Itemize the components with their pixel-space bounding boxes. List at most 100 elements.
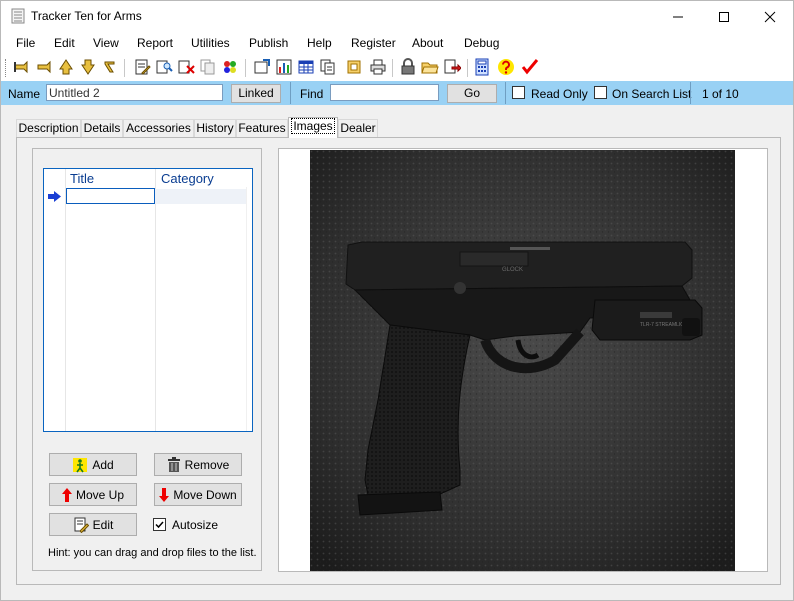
row-pointer-icon <box>48 191 61 202</box>
tab-features[interactable]: Features <box>236 119 288 137</box>
maximize-icon <box>719 11 729 22</box>
open-folder-icon[interactable] <box>421 58 439 76</box>
grid-cell-title-editor[interactable] <box>66 188 155 204</box>
edit-document-icon <box>74 517 89 533</box>
help-icon[interactable] <box>497 58 515 76</box>
toolbar-separator <box>467 59 468 77</box>
record-position: 1 of 10 <box>702 87 739 101</box>
menu-debug[interactable]: Debug <box>464 36 499 50</box>
grid-column-divider <box>65 169 66 431</box>
arrow-down-icon <box>159 487 170 502</box>
check-icon[interactable] <box>521 58 539 76</box>
find-icon[interactable] <box>155 58 173 76</box>
minimize-icon <box>673 16 683 17</box>
record-bar: Name Linked Find Go Read Only On Search … <box>1 81 793 105</box>
menu-view[interactable]: View <box>93 36 119 50</box>
title-bar: Tracker Ten for Arms <box>1 1 793 32</box>
new-record-icon[interactable] <box>57 58 75 76</box>
remove-button-label: Remove <box>184 457 230 472</box>
go-button[interactable]: Go <box>447 84 497 103</box>
edit-record-icon[interactable] <box>133 58 151 76</box>
image-preview-frame: GLOCK TLR-7 STREAMLIGHT <box>278 148 768 572</box>
export-icon[interactable] <box>443 58 461 76</box>
lock-icon[interactable] <box>399 58 417 76</box>
grid-scrollbar[interactable] <box>246 187 252 431</box>
toolbar-separator <box>245 59 246 77</box>
slide-engraving: GLOCK <box>502 267 523 273</box>
image-grid[interactable]: Title Category <box>43 168 253 432</box>
add-button[interactable]: Add <box>49 453 137 476</box>
app-window: Tracker Ten for Arms File Edit View Repo… <box>0 0 794 601</box>
copy-record-icon[interactable] <box>199 58 217 76</box>
move-up-button-label: Move Up <box>75 487 125 502</box>
toolbar <box>1 54 793 81</box>
layout-icon[interactable] <box>345 58 363 76</box>
tab-images[interactable]: Images <box>288 117 338 138</box>
copy-icon[interactable] <box>319 58 337 76</box>
menu-edit[interactable]: Edit <box>54 36 75 50</box>
move-down-button-label: Move Down <box>173 487 237 502</box>
add-icon <box>73 457 88 472</box>
grid-header-category[interactable]: Category <box>161 171 214 186</box>
tab-details[interactable]: Details <box>81 119 123 137</box>
first-record-icon[interactable] <box>13 58 31 76</box>
edit-button-label: Edit <box>92 517 114 532</box>
menu-about[interactable]: About <box>412 36 443 50</box>
menu-report[interactable]: Report <box>137 36 173 50</box>
remove-button[interactable]: Remove <box>154 453 242 476</box>
delete-record-icon[interactable] <box>177 58 195 76</box>
tab-dealer[interactable]: Dealer <box>338 119 378 137</box>
last-record-icon[interactable] <box>101 58 119 76</box>
report-icon[interactable] <box>253 58 271 76</box>
linked-button[interactable]: Linked <box>231 84 281 103</box>
read-only-checkbox[interactable] <box>512 86 525 99</box>
move-down-button[interactable]: Move Down <box>154 483 242 506</box>
name-input[interactable] <box>46 84 223 101</box>
chart-icon[interactable] <box>275 58 293 76</box>
menu-bar: File Edit View Report Utilities Publish … <box>1 32 793 54</box>
menu-publish[interactable]: Publish <box>249 36 288 50</box>
checkmark-icon <box>155 521 164 529</box>
menu-file[interactable]: File <box>16 36 35 50</box>
search-list-checkbox[interactable] <box>594 86 607 99</box>
tab-history[interactable]: History <box>194 119 236 137</box>
tab-accessories[interactable]: Accessories <box>123 119 194 137</box>
minimize-button[interactable] <box>655 1 701 32</box>
tab-images-label: Images <box>291 118 335 134</box>
name-label: Name <box>8 87 41 101</box>
import-icon[interactable] <box>221 58 239 76</box>
window-title: Tracker Ten for Arms <box>31 9 142 23</box>
record-bar-separator <box>690 82 691 104</box>
read-only-label[interactable]: Read Only <box>531 87 588 101</box>
edit-button[interactable]: Edit <box>49 513 137 536</box>
next-record-icon[interactable] <box>79 58 97 76</box>
table-view-icon[interactable] <box>297 58 315 76</box>
find-label: Find <box>300 87 324 101</box>
find-input[interactable] <box>330 84 439 101</box>
record-bar-separator <box>505 82 506 104</box>
tab-description[interactable]: Description <box>16 119 81 137</box>
autosize-label[interactable]: Autosize <box>172 518 218 532</box>
previous-record-icon[interactable] <box>35 58 53 76</box>
app-icon <box>11 8 25 24</box>
toolbar-separator <box>392 59 393 77</box>
toolbar-grip[interactable] <box>5 59 8 77</box>
calculator-icon[interactable] <box>473 58 491 76</box>
grid-column-divider <box>155 169 156 431</box>
record-bar-separator <box>290 82 291 104</box>
hint-text: Hint: you can drag and drop files to the… <box>48 547 257 559</box>
close-icon <box>764 11 776 22</box>
menu-register[interactable]: Register <box>351 36 396 50</box>
add-button-label: Add <box>92 457 114 472</box>
menu-utilities[interactable]: Utilities <box>191 36 230 50</box>
pistol-photo: GLOCK TLR-7 STREAMLIGHT <box>310 150 735 571</box>
grid-header-title[interactable]: Title <box>70 171 94 186</box>
close-button[interactable] <box>747 1 793 32</box>
autosize-checkbox[interactable] <box>153 518 166 531</box>
search-list-label[interactable]: On Search List <box>612 87 691 101</box>
maximize-button[interactable] <box>701 1 747 32</box>
menu-help[interactable]: Help <box>307 36 332 50</box>
move-up-button[interactable]: Move Up <box>49 483 137 506</box>
toolbar-separator <box>124 59 125 77</box>
print-icon[interactable] <box>369 58 387 76</box>
